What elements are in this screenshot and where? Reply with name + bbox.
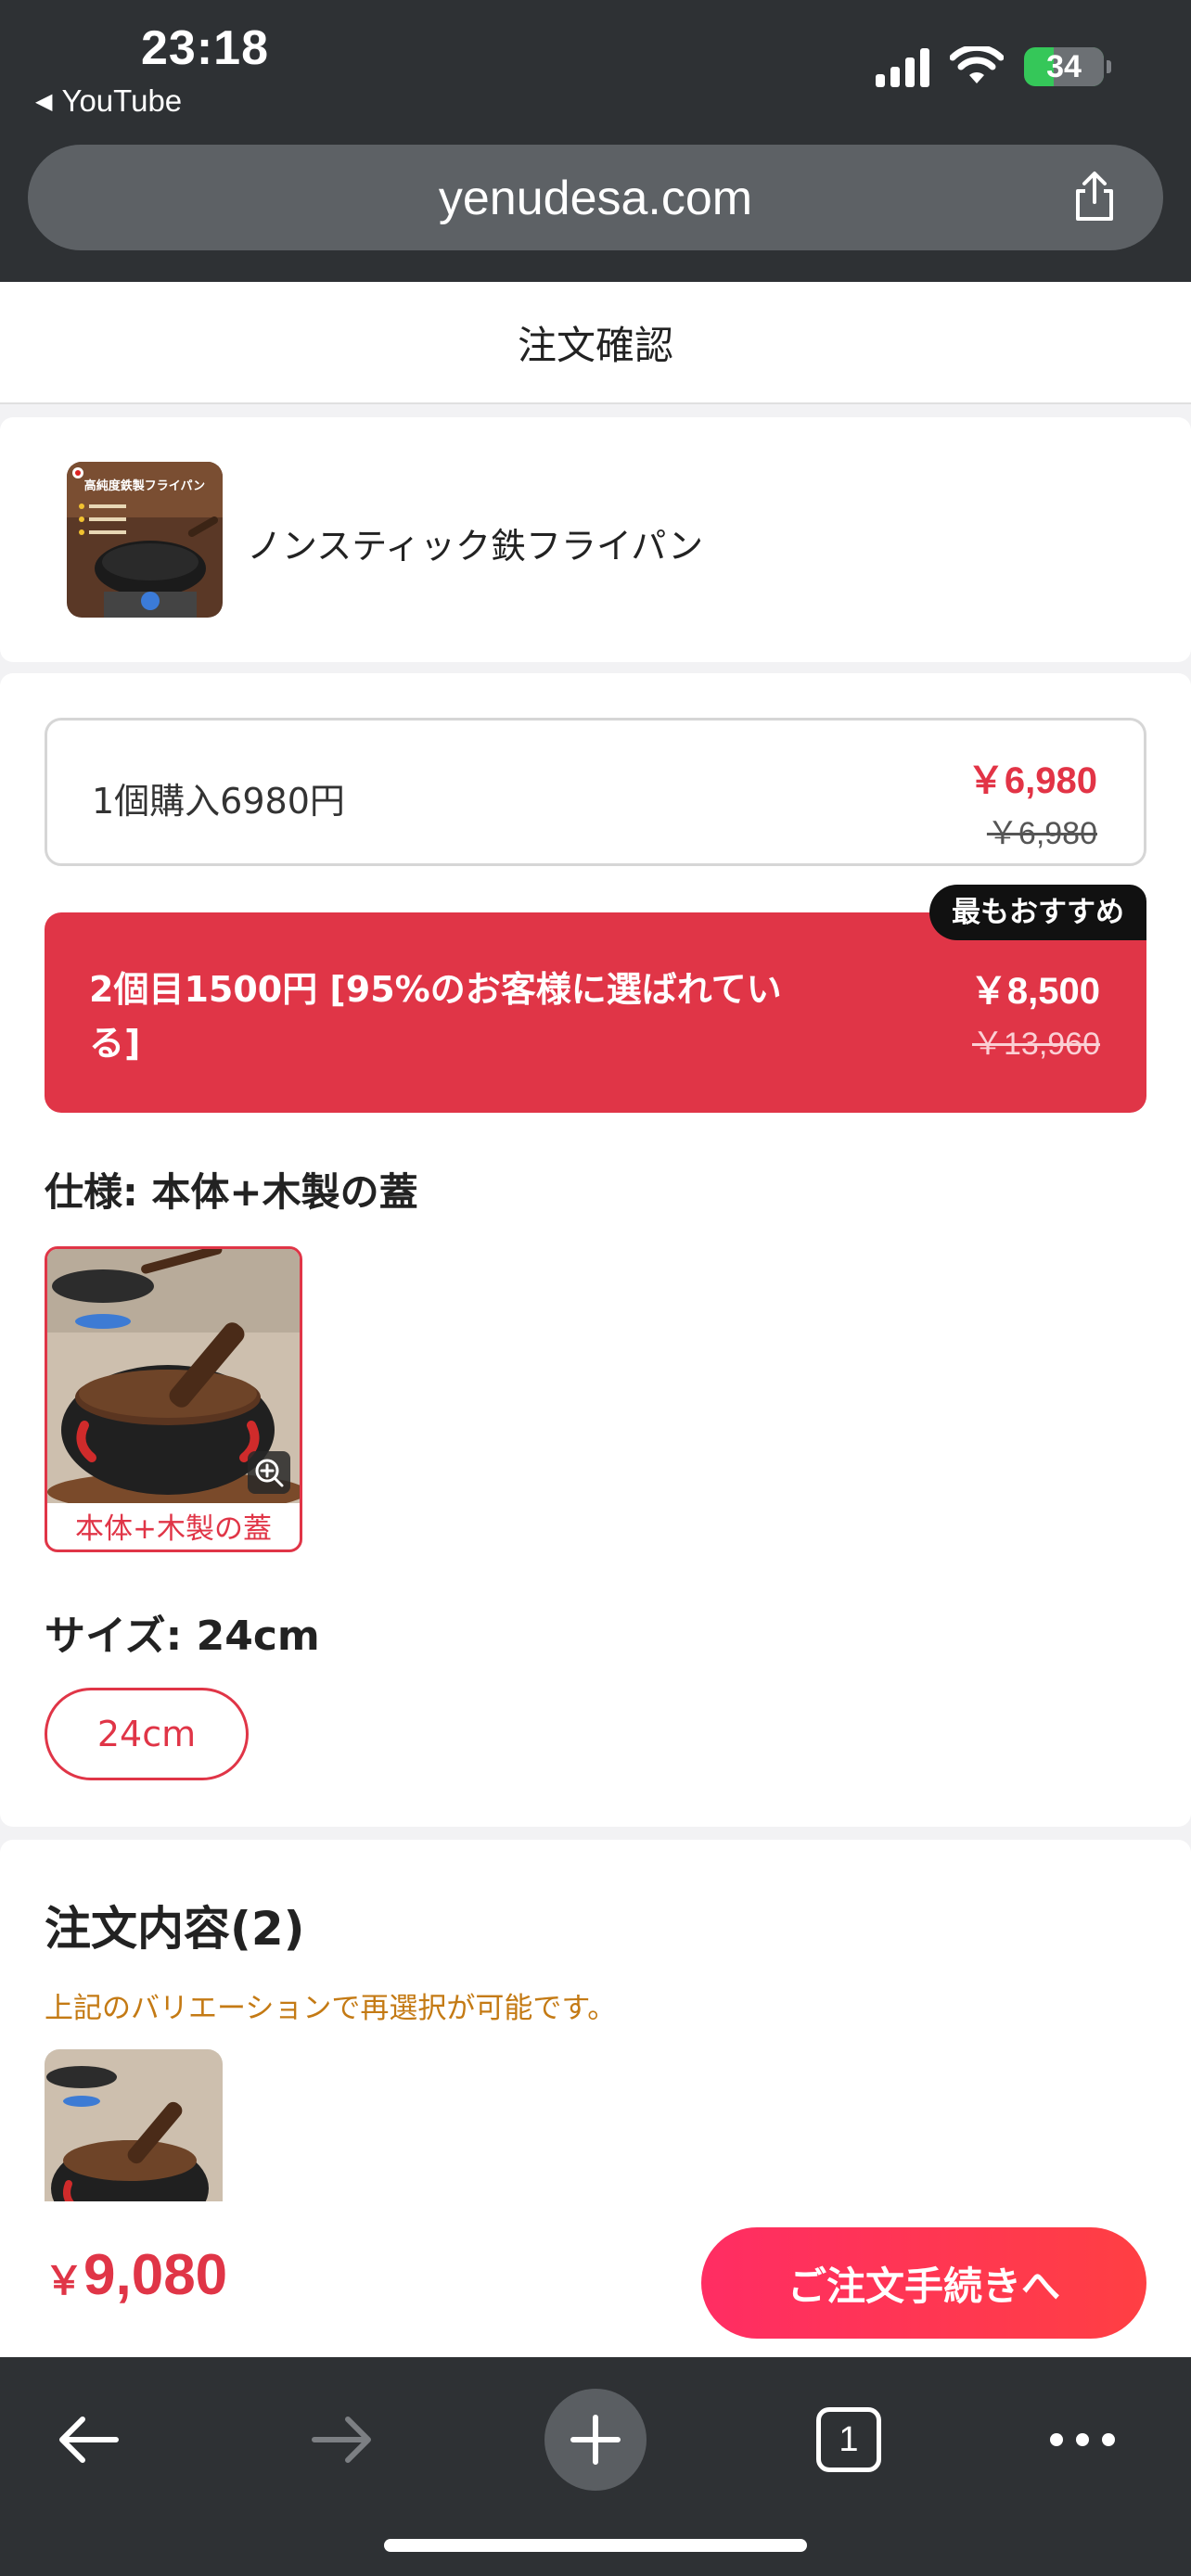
product-thumbnail: 高純度鉄製フライパン <box>67 462 223 618</box>
price-current: ￥8,500 <box>969 971 1100 1012</box>
product-card: 高純度鉄製フライパン ノンスティック鉄フライパン <box>0 417 1191 662</box>
back-triangle-icon: ◀ <box>35 88 53 114</box>
spec-option-tile[interactable]: 本体+木製の蓋 <box>45 1246 302 1552</box>
plus-icon <box>570 2415 621 2465</box>
option-price: ￥6,980 ￥6,980 <box>967 750 1097 853</box>
product-name: ノンスティック鉄フライパン <box>247 526 704 567</box>
arrow-left-icon <box>59 2417 119 2463</box>
battery-icon: 34 <box>1024 47 1111 86</box>
page-header: 注文確認 <box>0 282 1191 404</box>
more-menu-button[interactable] <box>1031 2389 1133 2491</box>
cellular-signal-icon <box>876 46 929 87</box>
option-buy-two[interactable]: 最もおすすめ 2個目1500円 [95%のお客様に選ばれている] ￥8,500 … <box>45 885 1146 1113</box>
status-icons: 34 <box>876 46 1111 87</box>
share-icon[interactable] <box>1067 169 1122 224</box>
back-to-app-link[interactable]: ◀ YouTube <box>35 83 182 119</box>
status-time: 23:18 <box>141 21 269 75</box>
back-button[interactable] <box>37 2389 139 2491</box>
option-buy-one[interactable]: 1個購入6980円 ￥6,980 ￥6,980 <box>45 718 1146 866</box>
browser-top-chrome: 23:18 ◀ YouTube 34 yenudesa.com <box>0 0 1191 282</box>
address-bar[interactable]: yenudesa.com <box>28 145 1163 250</box>
tab-count: 1 <box>816 2407 881 2472</box>
spec-option-caption: 本体+木製の蓋 <box>75 1512 272 1546</box>
battery-level: 34 <box>1046 48 1082 84</box>
spec-title: 仕様: 本体+木製の蓋 <box>45 1169 418 1215</box>
proceed-to-checkout-button[interactable]: ご注文手続きへ <box>701 2227 1146 2339</box>
order-item-thumbnail: 2 <box>45 2049 223 2225</box>
size-title: サイズ: 24cm <box>45 1613 320 1660</box>
forward-button[interactable] <box>291 2389 393 2491</box>
recommended-badge: 最もおすすめ <box>929 885 1146 940</box>
order-contents-card: 注文内容(2) 上記のバリエーションで再選択が可能です。 2 <box>0 1840 1191 2229</box>
tabs-button[interactable]: 1 <box>798 2389 900 2491</box>
order-total: ￥9,080 <box>45 2242 227 2308</box>
order-note: 上記のバリエーションで再選択が可能です。 <box>45 1992 617 2025</box>
zoom-icon[interactable] <box>248 1451 290 1494</box>
wifi-icon <box>950 46 1004 83</box>
price-original: ￥13,960 <box>972 1027 1100 1062</box>
more-dots-icon <box>1050 2433 1115 2446</box>
url-text: yenudesa.com <box>438 172 753 225</box>
back-app-label: YouTube <box>61 83 183 118</box>
options-card: 1個購入6980円 ￥6,980 ￥6,980 最もおすすめ 2個目1500円 … <box>0 673 1191 1827</box>
checkout-bar: ￥9,080 ご注文手続きへ <box>0 2201 1191 2357</box>
order-title: 注文内容(2) <box>45 1902 305 1956</box>
new-tab-button[interactable] <box>544 2389 647 2491</box>
price-original: ￥6,980 <box>986 816 1097 851</box>
currency-symbol: ￥ <box>45 2259 84 2302</box>
size-option-24cm[interactable]: 24cm <box>45 1688 249 1780</box>
total-amount: 9,080 <box>83 2243 228 2307</box>
arrow-right-icon <box>312 2417 371 2463</box>
option-label: 1個購入6980円 <box>92 781 345 822</box>
price-current: ￥6,980 <box>967 760 1097 801</box>
home-indicator <box>384 2539 807 2552</box>
thumbnail-caption: 高純度鉄製フライパン <box>84 478 205 493</box>
page-title: 注文確認 <box>517 322 673 368</box>
option-price: ￥8,500 ￥13,960 <box>970 961 1100 1064</box>
option-label: 2個目1500円 [95%のお客様に選ばれている] <box>89 969 782 1064</box>
